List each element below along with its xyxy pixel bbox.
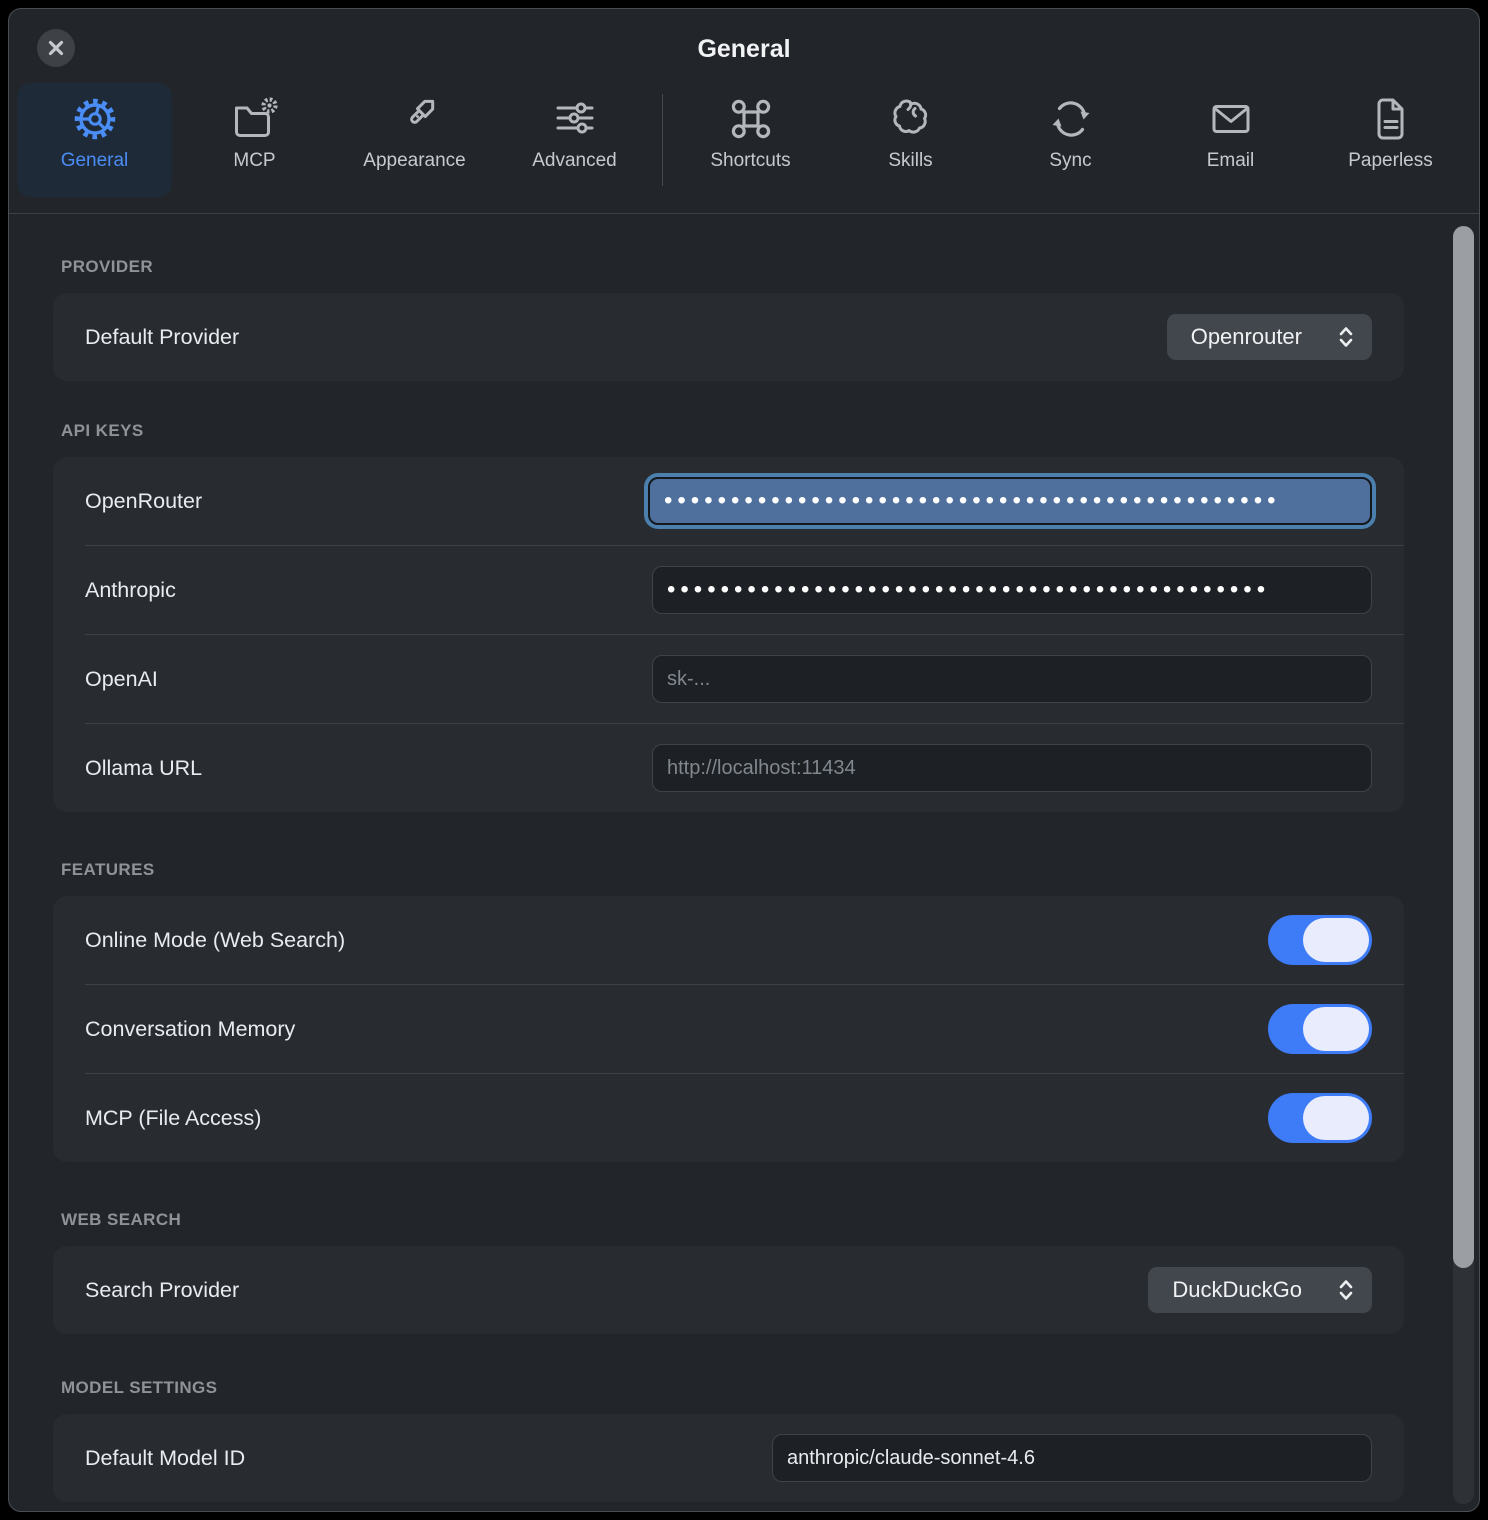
row-search-provider: Search Provider DuckDuckGo (53, 1246, 1404, 1334)
window-title: General (9, 35, 1479, 64)
section-web-search: WEB SEARCH Search Provider DuckDuckGo (53, 1210, 1404, 1334)
folder-gear-icon (231, 95, 279, 143)
online-mode-toggle[interactable] (1268, 915, 1372, 965)
tab-label: Appearance (363, 150, 465, 172)
tab-sync[interactable]: Sync (993, 83, 1148, 197)
section-header-model-settings: MODEL SETTINGS (61, 1378, 1404, 1398)
default-provider-label: Default Provider (85, 325, 239, 350)
dropdown-value: DuckDuckGo (1172, 1277, 1302, 1303)
gear-icon (71, 95, 119, 143)
settings-window: General General (8, 8, 1480, 1512)
tab-general[interactable]: General (17, 83, 172, 197)
tab-label: General (61, 150, 129, 172)
search-provider-label: Search Provider (85, 1278, 239, 1303)
section-header-web-search: WEB SEARCH (61, 1210, 1404, 1230)
tab-label: Sync (1049, 150, 1091, 172)
chevron-updown-icon (1338, 1278, 1354, 1302)
sync-icon (1047, 95, 1095, 143)
tab-paperless[interactable]: Paperless (1313, 83, 1468, 197)
chevron-updown-icon (1338, 325, 1354, 349)
settings-content: PROVIDER Default Provider Openrouter API… (9, 215, 1479, 1511)
anthropic-label: Anthropic (85, 578, 176, 603)
titlebar: General General (9, 9, 1479, 214)
default-model-id-label: Default Model ID (85, 1446, 245, 1471)
row-ollama-url: Ollama URL (53, 724, 1404, 812)
row-openrouter-key: OpenRouter (53, 457, 1404, 545)
model-settings-card: Default Model ID (53, 1414, 1404, 1502)
section-provider: PROVIDER Default Provider Openrouter (53, 257, 1404, 381)
tab-label: Paperless (1348, 150, 1433, 172)
mcp-toggle[interactable] (1268, 1093, 1372, 1143)
provider-card: Default Provider Openrouter (53, 293, 1404, 381)
section-model-settings: MODEL SETTINGS Default Model ID (53, 1378, 1404, 1502)
anthropic-key-input[interactable] (652, 566, 1372, 614)
tab-advanced[interactable]: Advanced (497, 83, 652, 197)
command-icon (727, 95, 775, 143)
tab-email[interactable]: Email (1153, 83, 1308, 197)
paintbrush-icon (391, 95, 439, 143)
openrouter-key-input[interactable] (648, 477, 1372, 525)
tab-label: Shortcuts (710, 150, 790, 172)
toggle-knob (1303, 1096, 1369, 1140)
sliders-icon (551, 95, 599, 143)
section-header-api-keys: API KEYS (61, 421, 1404, 441)
default-model-id-input[interactable] (772, 1434, 1372, 1482)
ollama-url-input[interactable] (652, 744, 1372, 792)
default-provider-dropdown[interactable]: Openrouter (1167, 314, 1372, 360)
conversation-memory-toggle[interactable] (1268, 1004, 1372, 1054)
tab-shortcuts[interactable]: Shortcuts (673, 83, 828, 197)
api-keys-card: OpenRouter Anthropic OpenAI Ollama URL (53, 457, 1404, 812)
tab-label: Email (1207, 150, 1255, 172)
section-header-provider: PROVIDER (61, 257, 1404, 277)
tab-label: Skills (888, 150, 932, 172)
ollama-url-label: Ollama URL (85, 756, 202, 781)
openai-key-input[interactable] (652, 655, 1372, 703)
section-header-features: FEATURES (61, 860, 1404, 880)
openrouter-label: OpenRouter (85, 489, 202, 514)
brain-icon (887, 95, 935, 143)
row-default-provider: Default Provider Openrouter (53, 293, 1404, 381)
tab-skills[interactable]: Skills (833, 83, 988, 197)
features-card: Online Mode (Web Search) Conversation Me… (53, 896, 1404, 1162)
scrollbar-thumb[interactable] (1453, 226, 1474, 1268)
row-default-model-id: Default Model ID (53, 1414, 1404, 1502)
envelope-icon (1207, 95, 1255, 143)
toolbar-tabs: General MCP (17, 83, 1468, 197)
toggle-knob (1303, 1007, 1369, 1051)
toggle-knob (1303, 918, 1369, 962)
online-mode-label: Online Mode (Web Search) (85, 928, 345, 953)
search-provider-dropdown[interactable]: DuckDuckGo (1148, 1267, 1372, 1313)
tab-mcp[interactable]: MCP (177, 83, 332, 197)
web-search-card: Search Provider DuckDuckGo (53, 1246, 1404, 1334)
conversation-memory-label: Conversation Memory (85, 1017, 295, 1042)
row-online-mode: Online Mode (Web Search) (53, 896, 1404, 984)
section-api-keys: API KEYS OpenRouter Anthropic OpenAI (53, 421, 1404, 812)
row-anthropic-key: Anthropic (53, 546, 1404, 634)
row-mcp-file-access: MCP (File Access) (53, 1074, 1404, 1162)
mcp-file-access-label: MCP (File Access) (85, 1106, 261, 1131)
dropdown-value: Openrouter (1191, 324, 1302, 350)
document-icon (1367, 95, 1415, 143)
row-openai-key: OpenAI (53, 635, 1404, 723)
openai-label: OpenAI (85, 667, 158, 692)
row-conversation-memory: Conversation Memory (53, 985, 1404, 1073)
tab-label: Advanced (532, 150, 617, 172)
tab-label: MCP (233, 150, 275, 172)
toolbar-divider (662, 94, 663, 186)
tab-appearance[interactable]: Appearance (337, 83, 492, 197)
section-features: FEATURES Online Mode (Web Search) Conver… (53, 860, 1404, 1162)
